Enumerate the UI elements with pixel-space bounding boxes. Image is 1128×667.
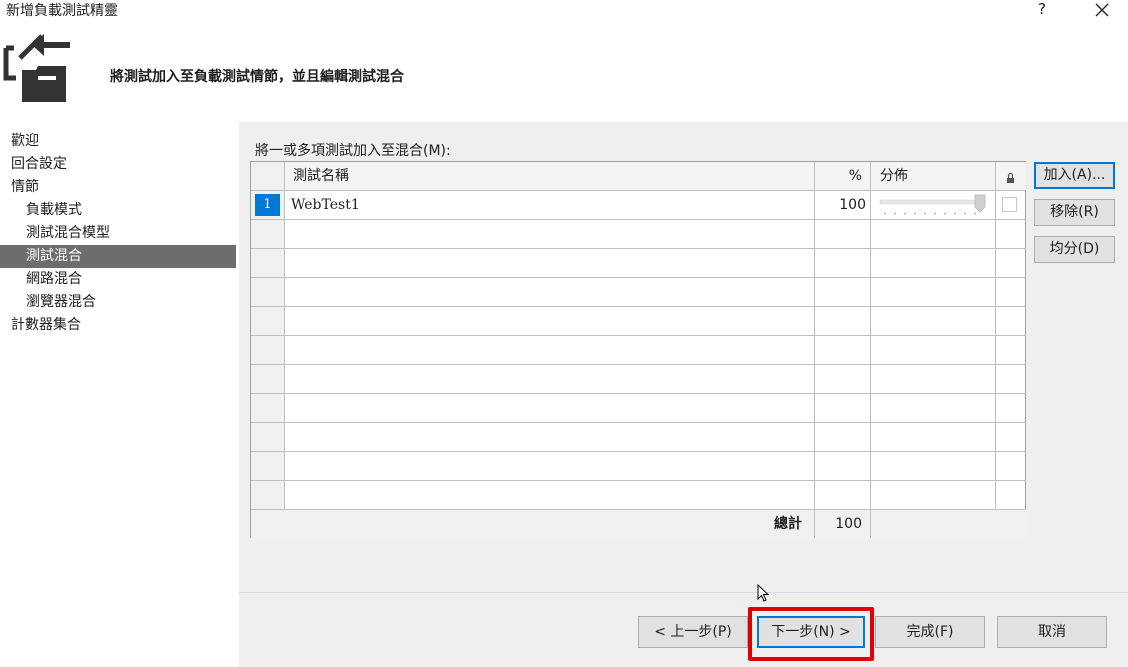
row-header[interactable] bbox=[251, 423, 285, 452]
test-name-cell[interactable] bbox=[285, 307, 815, 336]
percent-cell[interactable] bbox=[815, 220, 871, 249]
percent-cell[interactable] bbox=[815, 481, 871, 510]
lock-cell[interactable] bbox=[996, 249, 1026, 278]
distribution-cell[interactable] bbox=[871, 191, 996, 220]
distribution-slider[interactable] bbox=[871, 191, 996, 220]
window-title: 新增負載測試精靈 bbox=[6, 3, 118, 19]
row-header[interactable] bbox=[251, 365, 285, 394]
row-header[interactable] bbox=[251, 307, 285, 336]
test-name-cell[interactable] bbox=[285, 220, 815, 249]
back-button[interactable]: < 上一步(P) bbox=[638, 616, 748, 648]
row-index: 1 bbox=[255, 194, 280, 216]
total-label: 總計 bbox=[251, 510, 815, 538]
nav-item-network-mix[interactable]: 網路混合 bbox=[0, 268, 236, 291]
distribution-cell[interactable] bbox=[871, 307, 996, 336]
nav-item-welcome[interactable]: 歡迎 bbox=[0, 130, 236, 153]
test-name-cell[interactable] bbox=[285, 394, 815, 423]
nav-item-load-pattern[interactable]: 負載模式 bbox=[0, 199, 236, 222]
row-header[interactable]: 1 bbox=[251, 191, 285, 220]
remove-button[interactable]: 移除(R) bbox=[1034, 199, 1115, 226]
finish-button[interactable]: 完成(F) bbox=[875, 616, 985, 648]
test-name-cell[interactable] bbox=[285, 481, 815, 510]
row-header[interactable] bbox=[251, 336, 285, 365]
distribution-cell[interactable] bbox=[871, 220, 996, 249]
distribution-cell[interactable] bbox=[871, 365, 996, 394]
wizard-nav: 歡迎 回合設定 情節 負載模式 測試混合模型 測試混合 網路混合 瀏覽器混合 計… bbox=[0, 130, 236, 337]
test-name-cell[interactable] bbox=[285, 336, 815, 365]
slider-thumb[interactable] bbox=[974, 194, 986, 213]
lock-cell[interactable] bbox=[996, 278, 1026, 307]
lock-cell[interactable] bbox=[996, 481, 1026, 510]
test-name-cell[interactable] bbox=[285, 249, 815, 278]
column-header-lock[interactable] bbox=[996, 162, 1026, 191]
column-header-distribution[interactable]: 分佈 bbox=[871, 162, 996, 191]
total-value: 100 bbox=[815, 510, 871, 538]
percent-cell[interactable] bbox=[815, 452, 871, 481]
grid-corner bbox=[251, 162, 285, 191]
lock-cell[interactable] bbox=[996, 452, 1026, 481]
nav-item-test-mix-model[interactable]: 測試混合模型 bbox=[0, 222, 236, 245]
nav-item-counter-sets[interactable]: 計數器集合 bbox=[0, 314, 236, 337]
lock-cell[interactable] bbox=[996, 423, 1026, 452]
nav-item-run-settings[interactable]: 回合設定 bbox=[0, 153, 236, 176]
distribution-cell[interactable] bbox=[871, 249, 996, 278]
cancel-button[interactable]: 取消 bbox=[997, 616, 1107, 648]
lock-cell[interactable] bbox=[996, 394, 1026, 423]
nav-item-test-mix[interactable]: 測試混合 bbox=[0, 245, 236, 268]
lock-cell[interactable] bbox=[996, 365, 1026, 394]
lock-icon bbox=[1007, 172, 1014, 183]
nav-item-browser-mix[interactable]: 瀏覽器混合 bbox=[0, 291, 236, 314]
lock-cell[interactable] bbox=[996, 220, 1026, 249]
row-header[interactable] bbox=[251, 220, 285, 249]
distribution-cell[interactable] bbox=[871, 452, 996, 481]
close-icon bbox=[1095, 3, 1109, 17]
test-name-cell[interactable] bbox=[285, 452, 815, 481]
mouse-cursor-icon bbox=[757, 584, 770, 602]
row-header[interactable] bbox=[251, 394, 285, 423]
percent-cell[interactable] bbox=[815, 394, 871, 423]
row-header[interactable] bbox=[251, 249, 285, 278]
distribution-cell[interactable] bbox=[871, 481, 996, 510]
divider bbox=[239, 592, 1128, 593]
column-header-percent[interactable]: % bbox=[815, 162, 871, 191]
row-header[interactable] bbox=[251, 481, 285, 510]
percent-cell[interactable] bbox=[815, 278, 871, 307]
add-test-mix-icon bbox=[2, 28, 74, 104]
percent-cell[interactable] bbox=[815, 307, 871, 336]
test-name-cell[interactable] bbox=[285, 365, 815, 394]
total-filler bbox=[871, 510, 1026, 538]
row-header[interactable] bbox=[251, 452, 285, 481]
nav-item-scenario[interactable]: 情節 bbox=[0, 176, 236, 199]
add-button[interactable]: 加入(A)... bbox=[1034, 162, 1115, 189]
test-name-cell[interactable] bbox=[285, 278, 815, 307]
page-header: 將測試加入至負載測試情節，並且編輯測試混合 bbox=[110, 69, 404, 85]
close-button[interactable] bbox=[1090, 0, 1114, 20]
grid-label: 將一或多項測試加入至混合(M): bbox=[255, 143, 451, 159]
highlight-box bbox=[748, 607, 874, 661]
percent-cell[interactable] bbox=[815, 249, 871, 278]
distribution-cell[interactable] bbox=[871, 336, 996, 365]
lock-cell[interactable] bbox=[996, 307, 1026, 336]
row-header[interactable] bbox=[251, 278, 285, 307]
column-header-test-name[interactable]: 測試名稱 bbox=[285, 162, 815, 191]
test-mix-grid[interactable]: 測試名稱 % 分佈 1 WebTest1 100 總計 100 bbox=[250, 161, 1026, 538]
distribution-cell[interactable] bbox=[871, 423, 996, 452]
test-name-cell[interactable] bbox=[285, 423, 815, 452]
help-button[interactable]: ? bbox=[1030, 0, 1054, 20]
distribution-cell[interactable] bbox=[871, 278, 996, 307]
distribution-cell[interactable] bbox=[871, 394, 996, 423]
percent-cell[interactable] bbox=[815, 423, 871, 452]
distribute-button[interactable]: 均分(D) bbox=[1034, 236, 1115, 263]
lock-cell[interactable] bbox=[996, 336, 1026, 365]
lock-cell[interactable] bbox=[996, 191, 1026, 220]
percent-cell[interactable] bbox=[815, 365, 871, 394]
percent-cell[interactable] bbox=[815, 336, 871, 365]
lock-checkbox[interactable] bbox=[1002, 197, 1017, 212]
percent-cell[interactable]: 100 bbox=[815, 191, 871, 220]
test-name-cell[interactable]: WebTest1 bbox=[285, 191, 815, 220]
